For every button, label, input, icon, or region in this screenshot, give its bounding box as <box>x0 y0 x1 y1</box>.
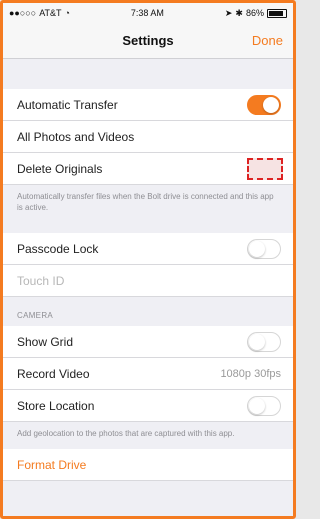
battery-percent: 86% <box>245 8 264 18</box>
show-grid-toggle[interactable] <box>247 331 281 352</box>
camera-footer: Add geolocation to the photos that are c… <box>17 429 235 438</box>
passcode-lock-label: Passcode Lock <box>17 241 99 256</box>
delete-originals-row: Delete Originals <box>3 153 293 185</box>
store-location-row: Store Location <box>3 390 293 422</box>
format-drive-button[interactable]: Format Drive <box>3 449 293 481</box>
passcode-lock-toggle[interactable] <box>247 238 281 259</box>
store-location-toggle[interactable] <box>247 395 281 416</box>
camera-section-header: CAMERA <box>17 311 54 320</box>
automatic-transfer-toggle[interactable] <box>247 94 281 115</box>
all-photos-row[interactable]: All Photos and Videos <box>3 121 293 153</box>
show-grid-label: Show Grid <box>17 334 74 349</box>
toggle-knob <box>263 96 279 113</box>
record-video-row[interactable]: Record Video 1080p 30fps <box>3 358 293 390</box>
page-title: Settings <box>122 33 174 48</box>
screen-frame: ●●○○○ AT&T ◔ 7:38 AM ➤ ✱ 86% Settings Do… <box>0 0 296 519</box>
bluetooth-icon: ✱ <box>235 7 243 18</box>
status-right: ➤ ✱ 86% <box>225 8 287 19</box>
touch-id-row: Touch ID <box>3 265 293 297</box>
carrier-label: AT&T <box>39 8 62 18</box>
settings-list: Automatic Transfer All Photos and Videos… <box>3 59 293 481</box>
format-drive-label: Format Drive <box>17 457 87 472</box>
wifi-icon: ◔ <box>64 8 70 18</box>
record-video-label: Record Video <box>17 366 90 381</box>
automatic-transfer-label: Automatic Transfer <box>17 97 118 112</box>
show-grid-row: Show Grid <box>3 326 293 358</box>
all-photos-label: All Photos and Videos <box>17 129 135 144</box>
done-button[interactable]: Done <box>252 33 283 48</box>
toggle-knob <box>249 240 265 257</box>
transfer-footer: Automatically transfer files when the Bo… <box>17 192 274 212</box>
store-location-label: Store Location <box>17 398 95 413</box>
status-left: ●●○○○ AT&T ◔ <box>9 8 70 18</box>
signal-icon: ●●○○○ <box>9 8 37 18</box>
delete-originals-label: Delete Originals <box>17 161 103 176</box>
passcode-lock-row: Passcode Lock <box>3 233 293 265</box>
toggle-knob <box>249 397 265 414</box>
record-video-value: 1080p 30fps <box>220 367 281 380</box>
nav-bar: Settings Done <box>3 23 293 59</box>
automatic-transfer-row: Automatic Transfer <box>3 89 293 121</box>
toggle-knob <box>249 333 265 350</box>
delete-originals-toggle[interactable] <box>247 157 283 180</box>
touch-id-label: Touch ID <box>17 273 65 288</box>
location-icon: ➤ <box>224 7 233 18</box>
clock: 7:38 AM <box>130 8 164 18</box>
status-bar: ●●○○○ AT&T ◔ 7:38 AM ➤ ✱ 86% <box>3 3 293 23</box>
battery-fill <box>268 10 283 16</box>
battery-icon <box>266 8 287 18</box>
